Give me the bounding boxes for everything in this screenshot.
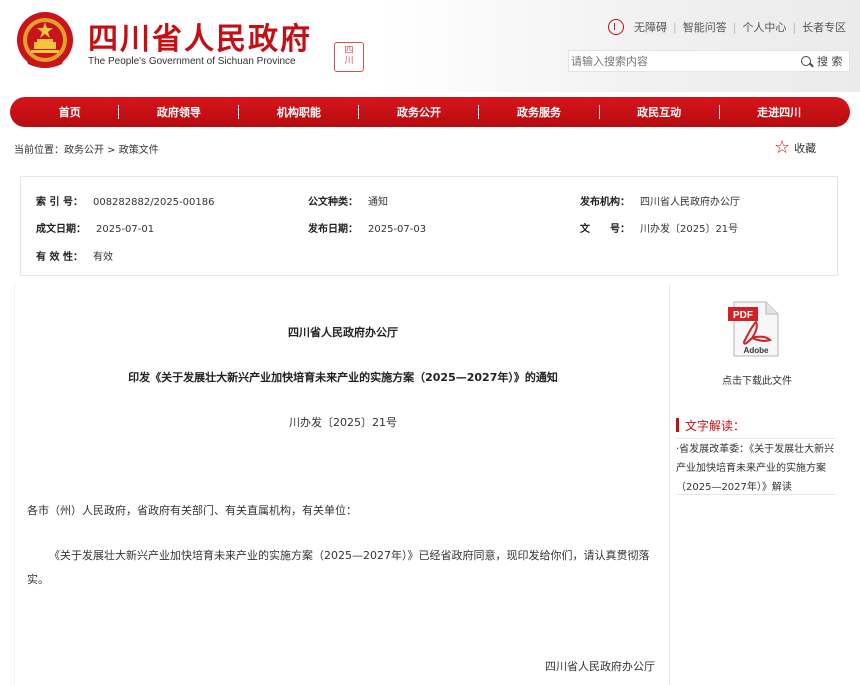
interpretation-heading: 文字解读： xyxy=(676,416,836,434)
site-seal-logo: 四川 xyxy=(334,42,364,72)
meta-created-date: 成文日期： 2025-07-01 xyxy=(36,224,155,235)
nav-item-home[interactable]: 首页 xyxy=(59,104,81,120)
article-body: 《关于发展壮大新兴产业加快培育未来产业的实施方案（2025—2027年）》已经省… xyxy=(27,549,650,586)
divider xyxy=(676,438,836,439)
meta-row: 成文日期： 2025-07-01 发布日期： 2025-07-03 文 号： 川办发〔… xyxy=(36,220,826,236)
national-emblem-icon xyxy=(17,12,73,68)
meta-row: 有 效 性： 有效 xyxy=(36,248,826,264)
download-file-link[interactable]: 点击下载此文件 xyxy=(672,372,842,387)
favorite-label: 收藏 xyxy=(794,142,817,155)
header-background xyxy=(380,0,860,92)
search-input[interactable] xyxy=(571,52,795,70)
heading-accent-bar xyxy=(676,418,679,432)
nav-item-sichuan[interactable]: 走进四川 xyxy=(757,104,801,120)
divider xyxy=(676,494,836,495)
nav-divider xyxy=(598,105,600,119)
nav-divider xyxy=(238,105,240,119)
nav-item-gov-affairs[interactable]: 政务公开 xyxy=(397,104,441,120)
divider: | xyxy=(732,20,737,34)
meta-index-no: 索 引 号： 008282882/2025-00186 xyxy=(36,197,215,208)
article-issuer: 四川省人民政府办公厅 xyxy=(288,326,398,339)
search-button-label: 搜 索 xyxy=(817,55,843,68)
search-button[interactable]: 搜 索 xyxy=(801,52,849,70)
interpretation-link[interactable]: ·省发展改革委：《关于发展壮大新兴产业加快培育未来产业的实施方案（2025—20… xyxy=(676,440,836,497)
pdf-file-icon[interactable]: PDF Adobe xyxy=(726,300,782,358)
breadcrumb: 当前位置：政务公开 > 政策文件 xyxy=(14,145,159,156)
nav-divider xyxy=(358,105,360,119)
article-doc-number: 川办发〔2025〕21号 xyxy=(289,416,397,429)
site-subtitle: The People's Government of Sichuan Provi… xyxy=(88,56,296,67)
divider: | xyxy=(673,20,677,34)
star-icon: ☆ xyxy=(774,137,791,158)
interpretation-heading-label: 文字解读： xyxy=(685,418,746,433)
meta-doc-no: 文 号： 川办发〔2025〕21号 xyxy=(580,224,739,235)
search-box: 搜 索 xyxy=(568,50,850,72)
top-links: 无障碍 | 智能问答 | 个人中心 | 长者专区 xyxy=(608,18,846,36)
nav-item-interaction[interactable]: 政民互动 xyxy=(637,104,681,120)
nav-divider xyxy=(478,105,480,119)
favorite-button[interactable]: ☆ 收藏 xyxy=(774,137,817,158)
meta-publisher: 发布机构： 四川省人民政府办公厅 xyxy=(580,197,740,208)
divider: | xyxy=(792,20,797,34)
nav-item-services[interactable]: 政务服务 xyxy=(517,104,561,120)
accessibility-link[interactable]: 无障碍 xyxy=(634,19,667,35)
sidebar: PDF Adobe 点击下载此文件 文字解读： ·省发展改革委：《关于发展壮大新… xyxy=(672,284,842,685)
article-signature: 四川省人民政府办公厅 xyxy=(545,660,655,673)
nav-item-leaders[interactable]: 政府领导 xyxy=(157,104,201,120)
article-title: 印发《关于发展壮大新兴产业加快培育未来产业的实施方案（2025—2027年）》的… xyxy=(128,371,558,384)
meta-validity: 有 效 性： 有效 xyxy=(36,252,113,263)
pdf-badge-text: PDF xyxy=(733,310,753,321)
site-title: 四川省人民政府 xyxy=(88,22,312,57)
article-content: 四川省人民政府办公厅 印发《关于发展壮大新兴产业加快培育未来产业的实施方案（20… xyxy=(14,284,670,685)
main-nav: 首页 政府领导 机构职能 政务公开 政务服务 政民互动 走进四川 xyxy=(10,97,850,127)
article-addressee: 各市（州）人民政府，省政府有关部门、有关直属机构，有关单位： xyxy=(27,504,357,517)
site-header: 四川省人民政府 The People's Government of Sichu… xyxy=(0,0,860,92)
smart-qa-link[interactable]: 智能问答 xyxy=(683,19,727,35)
location-pin-icon[interactable] xyxy=(608,19,624,35)
elderly-zone-link[interactable]: 长者专区 xyxy=(802,19,846,35)
meta-doc-type: 公文种类： 通知 xyxy=(308,197,388,208)
adobe-text: Adobe xyxy=(744,346,769,355)
search-icon xyxy=(801,56,811,66)
personal-center-link[interactable]: 个人中心 xyxy=(742,19,786,35)
meta-published-date: 发布日期： 2025-07-03 xyxy=(308,224,427,235)
nav-item-functions[interactable]: 机构职能 xyxy=(277,104,321,120)
document-meta-box: 索 引 号： 008282882/2025-00186 公文种类： 通知 发布机构：… xyxy=(20,176,838,276)
meta-row: 索 引 号： 008282882/2025-00186 公文种类： 通知 发布机构：… xyxy=(36,193,826,209)
nav-divider xyxy=(118,105,120,119)
nav-divider xyxy=(718,105,720,119)
